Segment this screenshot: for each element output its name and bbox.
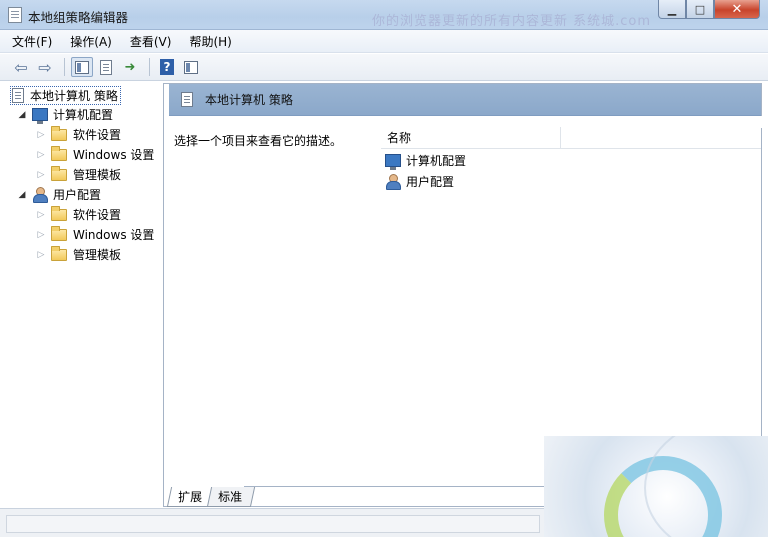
toolbar-separator bbox=[64, 58, 65, 76]
toolbar-separator bbox=[149, 58, 150, 76]
tree-item-computer-config[interactable]: ◢ 计算机配置 bbox=[16, 105, 113, 124]
menu-file[interactable]: 文件(F) bbox=[10, 31, 54, 52]
console-tree-icon bbox=[75, 60, 89, 74]
menu-view[interactable]: 查看(V) bbox=[128, 31, 174, 52]
tree-root-local-policy[interactable]: 本地计算机 策略 bbox=[10, 86, 121, 105]
help-button[interactable]: ? bbox=[156, 57, 178, 77]
tree-item-label: Windows 设置 bbox=[73, 228, 155, 242]
list-item-user-config[interactable]: 用户配置 bbox=[385, 172, 454, 191]
policy-editor-app-icon bbox=[8, 7, 22, 23]
window-title: 本地组策略编辑器 bbox=[28, 10, 129, 25]
view-tabs: 扩展 标准 bbox=[166, 485, 256, 507]
tree-item-user-config[interactable]: ◢ 用户配置 bbox=[16, 185, 101, 204]
tree-item-admin-templates[interactable]: ▷ 管理模板 bbox=[35, 245, 121, 264]
tree-item-software-settings[interactable]: ▷ 软件设置 bbox=[35, 205, 121, 224]
expand-arrow-icon[interactable]: ▷ bbox=[35, 210, 47, 220]
back-arrow-icon: ⇦ bbox=[14, 57, 28, 77]
list-item-label: 计算机配置 bbox=[406, 154, 467, 168]
tree-item-label: 用户配置 bbox=[53, 188, 102, 202]
expand-arrow-icon[interactable]: ▷ bbox=[35, 150, 47, 160]
tree-item-software-settings[interactable]: ▷ 软件设置 bbox=[35, 125, 121, 144]
desktop-background bbox=[544, 436, 768, 537]
tree-item-windows-settings[interactable]: ▷ Windows 设置 bbox=[35, 145, 154, 164]
description-text: 选择一个项目来查看它的描述。 bbox=[174, 134, 343, 148]
close-button[interactable]: ✕ bbox=[714, 0, 760, 19]
maximize-button[interactable]: □ bbox=[686, 0, 714, 19]
folder-icon bbox=[51, 225, 67, 241]
list-item-label: 用户配置 bbox=[406, 175, 455, 189]
menu-bar: 文件(F) 操作(A) 查看(V) 帮助(H) bbox=[0, 30, 768, 53]
collapse-arrow-icon[interactable]: ◢ bbox=[16, 190, 28, 200]
folder-icon bbox=[51, 245, 67, 261]
folder-icon bbox=[51, 125, 67, 141]
details-header: 本地计算机 策略 bbox=[169, 84, 761, 116]
tree-item-label: 本地计算机 策略 bbox=[30, 89, 118, 103]
status-cell bbox=[6, 515, 540, 533]
tree-item-label: 计算机配置 bbox=[53, 108, 114, 122]
window-controls: ▁ □ ✕ bbox=[658, 0, 760, 20]
toolbar: ⇦ ⇨ ➜ ? bbox=[0, 54, 768, 81]
properties-icon bbox=[100, 59, 112, 75]
tab-standard[interactable]: 标准 bbox=[206, 487, 256, 507]
computer-icon bbox=[32, 108, 48, 124]
watermark-text: 你的浏览器更新的所有内容更新 系统城.com bbox=[372, 14, 652, 29]
policy-document-icon bbox=[12, 88, 24, 103]
computer-icon bbox=[385, 154, 401, 170]
expand-arrow-icon[interactable]: ▷ bbox=[35, 170, 47, 180]
folder-icon bbox=[51, 145, 67, 161]
expand-arrow-icon[interactable]: ▷ bbox=[35, 250, 47, 260]
forward-button[interactable]: ⇨ bbox=[34, 57, 56, 77]
menu-help[interactable]: 帮助(H) bbox=[187, 31, 233, 52]
show-action-pane-button[interactable] bbox=[180, 57, 202, 77]
user-icon bbox=[385, 174, 401, 190]
expand-arrow-icon[interactable]: ▷ bbox=[35, 230, 47, 240]
tree-item-label: 软件设置 bbox=[73, 208, 122, 222]
help-icon: ? bbox=[160, 59, 174, 75]
folder-icon bbox=[51, 205, 67, 221]
tab-label: 扩展 bbox=[178, 490, 203, 504]
back-button[interactable]: ⇦ bbox=[10, 57, 32, 77]
tree-item-label: 软件设置 bbox=[73, 128, 122, 142]
properties-button[interactable] bbox=[95, 57, 117, 77]
minimize-button[interactable]: ▁ bbox=[658, 0, 686, 19]
tab-label: 标准 bbox=[218, 490, 243, 504]
user-icon bbox=[32, 187, 48, 203]
details-title: 本地计算机 策略 bbox=[205, 93, 293, 107]
menu-action[interactable]: 操作(A) bbox=[68, 31, 114, 52]
column-header-name[interactable]: 名称 bbox=[381, 127, 561, 148]
expand-arrow-icon[interactable]: ▷ bbox=[35, 130, 47, 140]
folder-icon bbox=[51, 165, 67, 181]
export-list-button[interactable]: ➜ bbox=[119, 57, 141, 77]
collapse-arrow-icon[interactable]: ◢ bbox=[16, 110, 28, 120]
tree-item-label: 管理模板 bbox=[73, 168, 122, 182]
export-list-icon: ➜ bbox=[124, 59, 136, 75]
tree-item-label: 管理模板 bbox=[73, 248, 122, 262]
tree-item-admin-templates[interactable]: ▷ 管理模板 bbox=[35, 165, 121, 184]
tree-item-windows-settings[interactable]: ▷ Windows 设置 bbox=[35, 225, 154, 244]
policy-document-icon bbox=[181, 92, 193, 107]
tree-item-label: Windows 设置 bbox=[73, 148, 155, 162]
forward-arrow-icon: ⇨ bbox=[38, 57, 52, 77]
title-bar: 本地组策略编辑器 你的浏览器更新的所有内容更新 系统城.com ▁ □ ✕ bbox=[0, 0, 768, 30]
list-item-computer-config[interactable]: 计算机配置 bbox=[385, 151, 466, 170]
show-hide-tree-button[interactable] bbox=[71, 57, 93, 77]
list-column-header: 名称 bbox=[381, 127, 761, 149]
action-pane-icon bbox=[184, 60, 198, 74]
